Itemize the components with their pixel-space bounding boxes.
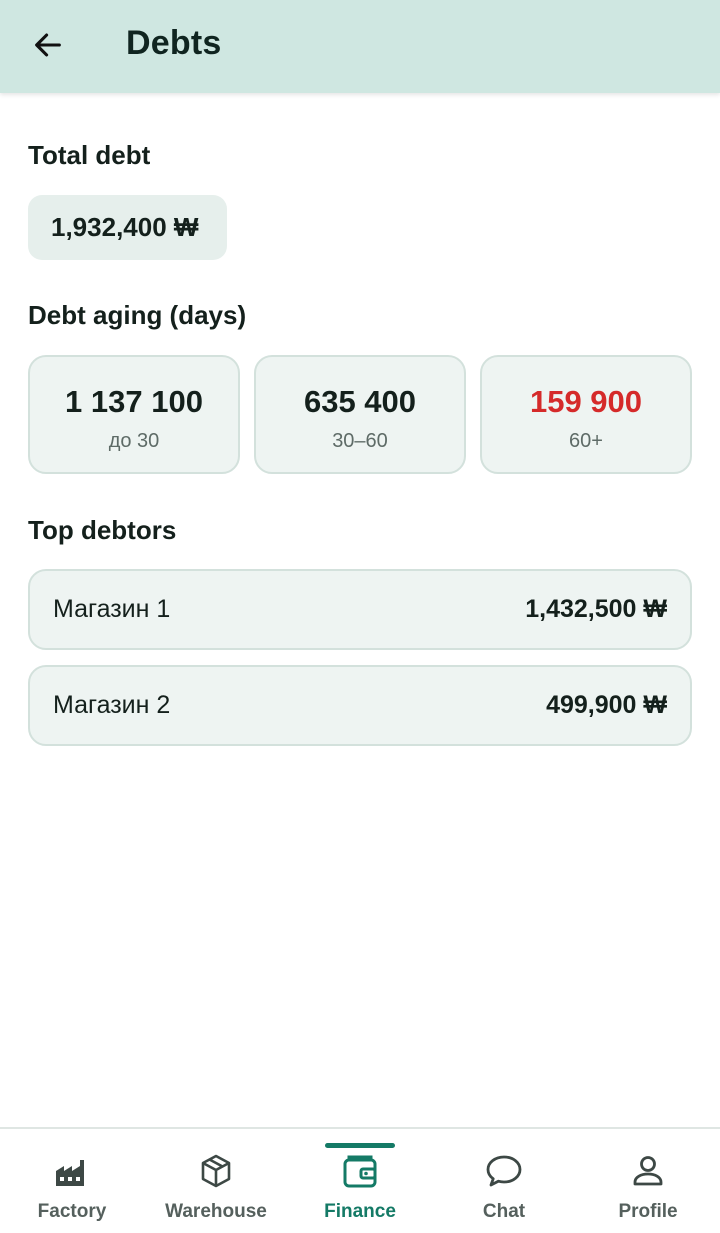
back-button[interactable] [20,20,76,70]
nav-label: Profile [618,1201,678,1222]
bottom-navigation: Factory Warehouse Finance Chat Profile [0,1127,720,1233]
aging-label: 60+ [569,430,603,452]
top-debtors-heading: Top debtors [28,515,177,545]
chat-bubble-icon [486,1155,522,1187]
nav-tab-factory[interactable]: Factory [0,1129,144,1233]
aging-card-30-60: 635 400 30–60 [254,355,466,474]
factory-icon [56,1160,84,1186]
debtor-amount: 1,432,500 ₩ [525,595,667,623]
wallet-icon [343,1155,377,1188]
nav-tab-profile[interactable]: Profile [576,1129,720,1233]
active-tab-indicator [325,1143,395,1148]
page-title: Debts [126,24,222,62]
aging-card-60-plus: 159 900 60+ [480,355,692,474]
debtor-row[interactable]: Магазин 2 499,900 ₩ [28,665,692,746]
total-debt-amount: 1,932,400 ₩ [28,195,227,260]
app-bar: Debts [0,0,720,93]
nav-tab-warehouse[interactable]: Warehouse [144,1129,288,1233]
aging-label: 30–60 [332,430,388,452]
nav-label: Warehouse [165,1201,267,1222]
debts-screen: Debts Total debt 1,932,400 ₩ Debt aging … [0,0,720,1233]
nav-tab-finance[interactable]: Finance [288,1129,432,1233]
person-icon [633,1156,663,1186]
nav-label: Factory [37,1201,107,1222]
aging-label: до 30 [108,430,160,452]
debtor-name: Магазин 2 [53,691,171,719]
aging-value: 1 137 100 [65,384,203,419]
debtor-name: Магазин 1 [53,595,171,623]
aging-value: 635 400 [303,384,417,419]
debtor-row[interactable]: Магазин 1 1,432,500 ₩ [28,569,692,650]
nav-label: Chat [482,1201,526,1222]
arrow-left-icon [35,33,61,57]
aging-card-0-30: 1 137 100 до 30 [28,355,240,474]
box-icon [201,1154,231,1188]
debt-aging-heading: Debt aging (days) [28,300,247,330]
debtor-amount: 499,900 ₩ [546,691,667,719]
nav-label: Finance [324,1201,396,1222]
total-debt-heading: Total debt [28,140,151,170]
nav-tab-chat[interactable]: Chat [432,1129,576,1233]
aging-value-overdue: 159 900 [529,384,643,419]
